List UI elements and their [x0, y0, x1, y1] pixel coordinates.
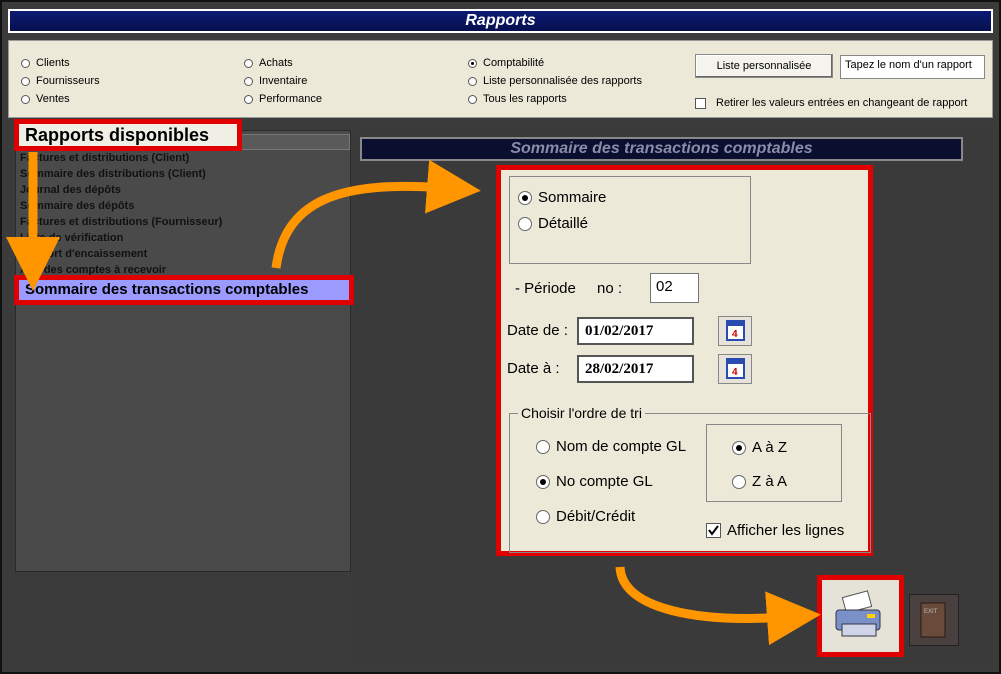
annotation-arrows: [6, 152, 821, 646]
arrow-curve-bottom-icon: [615, 566, 821, 646]
arrow-curve-top-icon: [271, 159, 481, 269]
